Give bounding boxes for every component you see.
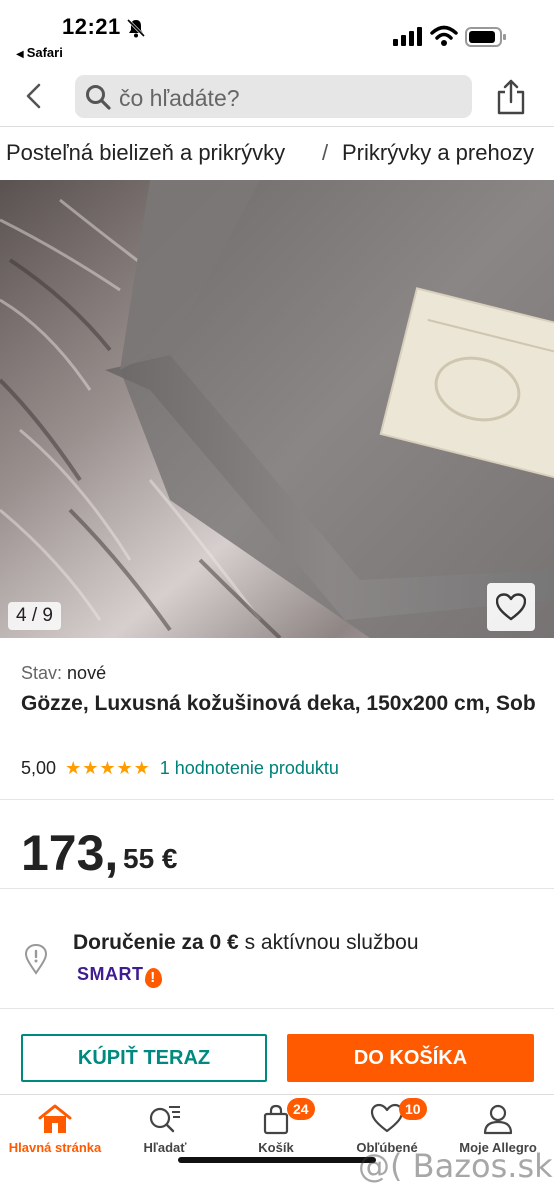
price-main: 173, bbox=[21, 825, 119, 881]
tab-bar: Hlavná stránka Hľadať 24 Košík 10 Obľúbe… bbox=[0, 1094, 554, 1200]
wifi-icon bbox=[430, 25, 458, 46]
condition-value: nové bbox=[67, 663, 107, 683]
tab-label: Hlavná stránka bbox=[8, 1140, 102, 1155]
tab-search[interactable]: Hľadať bbox=[110, 1095, 220, 1165]
product-info: Stav: nové Gözze, Luxusná kožušinová dek… bbox=[0, 638, 554, 800]
product-photo[interactable]: 4 / 9 bbox=[0, 180, 554, 638]
back-to-app-link[interactable]: ◀ Safari bbox=[16, 45, 63, 60]
product-title: Gözze, Luxusná kožušinová deka, 150x200 … bbox=[21, 692, 536, 715]
condition-label: Stav: bbox=[21, 663, 63, 683]
rating-row: 5,00 ★★★★★ 1 hodnotenie produktu bbox=[21, 758, 339, 779]
search-placeholder: čo hľadáte? bbox=[119, 85, 240, 111]
watermark: @( Bazos.sk bbox=[358, 1147, 553, 1185]
tab-home[interactable]: Hlavná stránka bbox=[0, 1095, 110, 1165]
delivery-rest: s aktívnou službou bbox=[238, 931, 419, 954]
condition: Stav: nové bbox=[21, 663, 106, 684]
breadcrumb-item[interactable]: Posteľná bielizeň a prikrývky bbox=[6, 140, 285, 166]
status-bar: 12:21 ◀ Safari bbox=[0, 0, 554, 64]
delivery-text: Doručenie za 0 € s aktívnou službou bbox=[73, 931, 419, 955]
rating-value: 5,00 bbox=[21, 758, 57, 778]
price-block: 173, 55 € bbox=[0, 800, 554, 889]
bell-slash-icon bbox=[126, 18, 146, 38]
delivery-bold: Doručenie za 0 € bbox=[73, 931, 239, 954]
tab-cart[interactable]: 24 Košík bbox=[221, 1095, 331, 1165]
rating-stars: ★★★★★ bbox=[65, 758, 151, 778]
location-pin-icon bbox=[24, 943, 48, 975]
favorites-badge: 10 bbox=[399, 1098, 427, 1120]
price-cents: 55 € bbox=[123, 843, 178, 874]
user-icon bbox=[483, 1104, 513, 1135]
blanket-image bbox=[0, 180, 554, 638]
image-counter: 4 / 9 bbox=[8, 602, 61, 630]
nav-header: čo hľadáte? bbox=[0, 64, 554, 126]
breadcrumb-separator: / bbox=[322, 140, 329, 165]
signal-icon bbox=[393, 27, 422, 46]
breadcrumb-item[interactable]: Prikrývky a prehozy bbox=[342, 140, 534, 166]
cart-badge: 24 bbox=[287, 1098, 315, 1120]
favorite-button[interactable] bbox=[487, 583, 535, 631]
search-icon bbox=[86, 85, 111, 110]
smart-text: SMART bbox=[77, 964, 144, 984]
chevron-left-icon[interactable] bbox=[18, 80, 50, 112]
home-indicator bbox=[178, 1157, 376, 1163]
back-app-label: Safari bbox=[26, 45, 63, 60]
breadcrumb: Posteľná bielizeň a prikrývky / Prikrývk… bbox=[0, 126, 554, 180]
home-icon bbox=[38, 1104, 72, 1133]
heart-icon bbox=[496, 593, 526, 621]
tab-label: Hľadať bbox=[143, 1140, 187, 1155]
tab-label: Košík bbox=[258, 1140, 294, 1155]
search-list-icon bbox=[149, 1106, 180, 1133]
share-icon[interactable] bbox=[494, 78, 528, 116]
rating-link[interactable]: 1 hodnotenie produktu bbox=[160, 758, 339, 778]
add-to-cart-button[interactable]: DO KOŠÍKA bbox=[287, 1034, 534, 1082]
delivery-block: Doručenie za 0 € s aktívnou službou SMAR… bbox=[0, 889, 554, 1009]
smart-mark: ! bbox=[144, 968, 162, 988]
search-input[interactable]: čo hľadáte? bbox=[75, 75, 472, 118]
buy-now-button[interactable]: KÚPIŤ TERAZ bbox=[21, 1034, 267, 1082]
battery-icon bbox=[465, 27, 506, 47]
status-time: 12:21 bbox=[62, 14, 121, 39]
smart-logo: SMART! bbox=[77, 964, 162, 988]
